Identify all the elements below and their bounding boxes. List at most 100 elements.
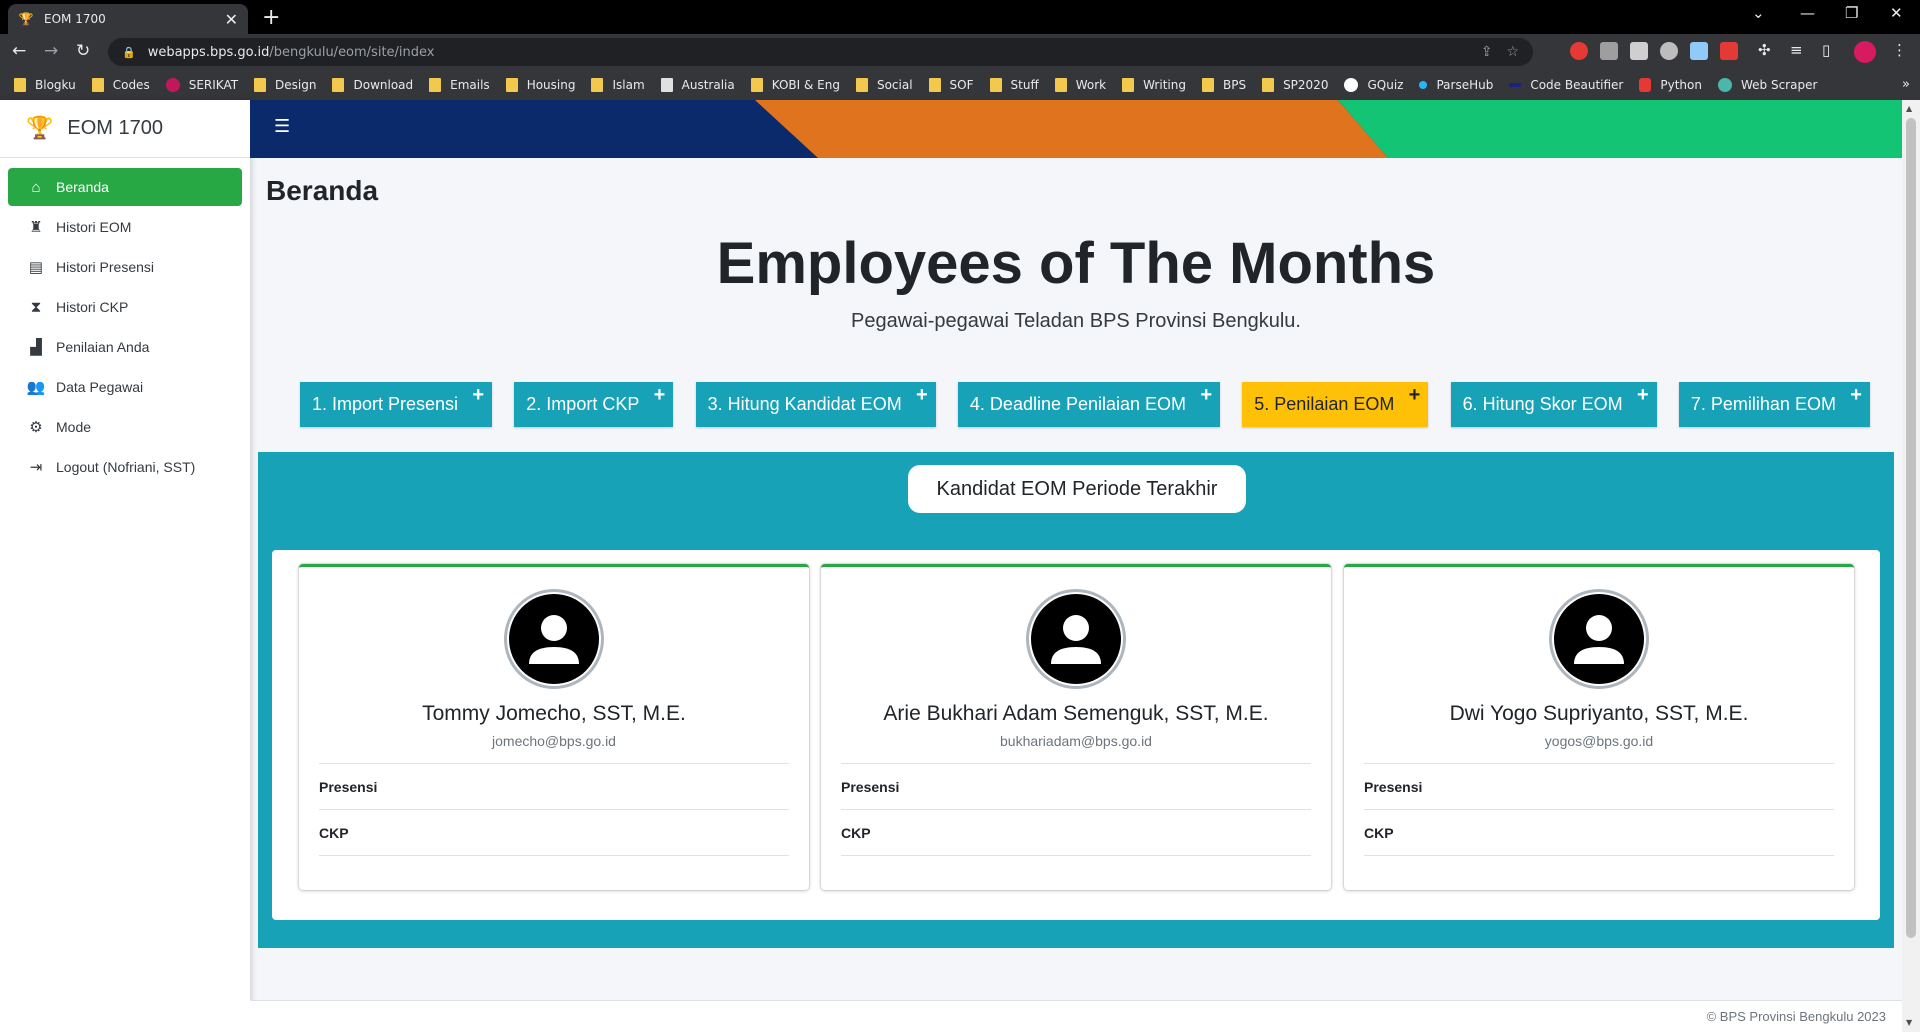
camera-extension-icon[interactable] bbox=[1660, 42, 1678, 60]
bookmark-item[interactable]: Work bbox=[1054, 78, 1106, 92]
scrollbar-thumb[interactable] bbox=[1906, 118, 1916, 938]
trophy-favicon-icon: 🏆 bbox=[18, 12, 34, 26]
chart-icon: ▟ bbox=[30, 339, 42, 356]
sidebar-item-logout[interactable]: ⇥ Logout (Nofriani, SST) bbox=[8, 448, 242, 486]
step-pemilihan-eom-button[interactable]: 7. Pemilihan EOM + bbox=[1678, 382, 1870, 427]
more-bookmarks-icon[interactable]: » bbox=[1902, 77, 1910, 92]
sidebar-item-label: Histori Presensi bbox=[56, 259, 155, 275]
menu-kebab-icon[interactable]: ⋮ bbox=[1892, 41, 1907, 59]
sidebar-item-label: Data Pegawai bbox=[56, 379, 144, 395]
close-window-icon[interactable]: ✕ bbox=[1890, 4, 1903, 22]
scroll-up-icon[interactable]: ▲ bbox=[1906, 104, 1912, 113]
step-import-presensi-button[interactable]: 1. Import Presensi + bbox=[300, 382, 493, 427]
reading-list-icon[interactable]: ≡ bbox=[1790, 41, 1803, 59]
user-icon bbox=[529, 615, 579, 664]
web-scraper-icon bbox=[1717, 78, 1732, 92]
sidebar-item-beranda[interactable]: ⌂ Beranda bbox=[8, 168, 242, 206]
folder-icon bbox=[989, 78, 1002, 92]
bookmark-item[interactable]: Housing bbox=[505, 78, 575, 92]
bookmark-item[interactable]: Writing bbox=[1122, 78, 1186, 92]
bookmark-item[interactable]: Stuff bbox=[989, 78, 1039, 92]
sidebar-item-histori-eom[interactable]: ♜ Histori EOM bbox=[8, 208, 242, 246]
sidebar-item-label: Penilaian Anda bbox=[56, 339, 150, 355]
bookmark-item[interactable]: Codes bbox=[91, 78, 150, 92]
extension-icon[interactable] bbox=[1600, 42, 1618, 60]
page-scrollbar[interactable]: ▲ ▼ bbox=[1902, 100, 1920, 1032]
users-icon: 👥 bbox=[26, 379, 46, 396]
browser-tab[interactable]: 🏆 EOM 1700 ✕ bbox=[8, 4, 248, 34]
back-icon[interactable]: ← bbox=[12, 41, 26, 61]
bookmark-item[interactable]: Blogku bbox=[14, 78, 76, 92]
page-title: Beranda bbox=[266, 175, 379, 206]
bookmark-item[interactable]: Design bbox=[254, 78, 316, 92]
hourglass-icon: ⧗ bbox=[30, 298, 42, 316]
extension-icon[interactable] bbox=[1570, 42, 1588, 60]
trophy-logo-icon: 🏆 bbox=[26, 116, 54, 141]
forward-icon[interactable]: → bbox=[44, 41, 58, 61]
list-item: CKP bbox=[1364, 810, 1834, 856]
close-tab-icon[interactable]: ✕ bbox=[225, 10, 238, 29]
plus-icon: + bbox=[1408, 384, 1421, 406]
bookmark-item[interactable]: Social bbox=[855, 78, 913, 92]
extension-icon[interactable] bbox=[1630, 42, 1648, 60]
candidate-stats: Presensi CKP bbox=[319, 763, 789, 856]
minimize-icon[interactable]: — bbox=[1800, 4, 1815, 22]
step-import-ckp-button[interactable]: 2. Import CKP + bbox=[514, 382, 674, 427]
bookmark-item[interactable]: Emails bbox=[429, 78, 490, 92]
step-deadline-penilaian-button[interactable]: 4. Deadline Penilaian EOM + bbox=[957, 382, 1221, 427]
step-hitung-skor-button[interactable]: 6. Hitung Skor EOM + bbox=[1450, 382, 1657, 427]
bookmark-item[interactable]: Web Scraper bbox=[1717, 78, 1817, 92]
sidebar-item-histori-presensi[interactable]: ▤ Histori Presensi bbox=[8, 248, 242, 286]
candidate-name: Arie Bukhari Adam Semenguk, SST, M.E. bbox=[883, 702, 1269, 725]
bookmark-item[interactable]: SOF bbox=[928, 78, 974, 92]
browser-tabbar: 🏆 EOM 1700 ✕ + ⌄ — ❐ ✕ bbox=[0, 0, 1920, 34]
scroll-down-icon[interactable]: ▼ bbox=[1906, 1018, 1912, 1027]
bookmark-item[interactable]: Islam bbox=[591, 78, 645, 92]
sidebar-item-histori-ckp[interactable]: ⧗ Histori CKP bbox=[8, 288, 242, 326]
bookmark-item[interactable]: Australia bbox=[660, 78, 735, 92]
sidebar-item-label: Logout (Nofriani, SST) bbox=[56, 459, 196, 475]
bookmark-item[interactable]: Code Beautifier bbox=[1509, 78, 1623, 92]
gear-icon: ⚙ bbox=[29, 419, 43, 436]
candidates-title: Kandidat EOM Periode Terakhir bbox=[908, 465, 1246, 513]
calendar-extension-icon[interactable] bbox=[1690, 42, 1708, 60]
candidate-email: yogos@bps.go.id bbox=[1544, 733, 1654, 749]
page-footer: © BPS Provinsi Bengkulu 2023 bbox=[250, 1000, 1902, 1032]
candidate-name: Dwi Yogo Supriyanto, SST, M.E. bbox=[1449, 702, 1749, 725]
restore-icon[interactable]: ❐ bbox=[1845, 4, 1858, 22]
google-icon bbox=[1344, 78, 1359, 92]
bookmark-item[interactable]: SERIKAT bbox=[165, 78, 238, 92]
step-penilaian-eom-button[interactable]: 5. Penilaian EOM + bbox=[1242, 382, 1429, 427]
step-hitung-kandidat-button[interactable]: 3. Hitung Kandidat EOM + bbox=[695, 382, 936, 427]
main-content: ☰ Beranda Employees of The Months Pegawa… bbox=[250, 100, 1902, 1032]
brand-text: EOM 1700 bbox=[67, 117, 164, 139]
url-host: webapps.bps.go.id bbox=[147, 44, 270, 60]
bookmark-item[interactable]: SP2020 bbox=[1262, 78, 1328, 92]
bookmark-item[interactable]: KOBI & Eng bbox=[750, 78, 840, 92]
hamburger-menu-icon[interactable]: ☰ bbox=[274, 116, 290, 137]
browser-toolbar: ← → ↻ 🔒 webapps.bps.go.id/bengkulu/eom/s… bbox=[0, 34, 1920, 70]
address-bar[interactable]: 🔒 webapps.bps.go.id/bengkulu/eom/site/in… bbox=[108, 38, 1533, 66]
bookmark-item[interactable]: BPS bbox=[1201, 78, 1246, 92]
extension-icon[interactable] bbox=[1720, 42, 1738, 60]
new-tab-icon[interactable]: + bbox=[262, 5, 280, 30]
bookmark-item[interactable]: Download bbox=[332, 78, 413, 92]
brand-link[interactable]: 🏆 EOM 1700 bbox=[0, 100, 250, 158]
bookmark-item[interactable]: Python bbox=[1639, 78, 1702, 92]
tab-search-icon[interactable]: ⌄ bbox=[1752, 4, 1765, 22]
sidebar-item-penilaian-anda[interactable]: ▟ Penilaian Anda bbox=[8, 328, 242, 366]
sidebar-item-mode[interactable]: ⚙ Mode bbox=[8, 408, 242, 446]
plus-icon: + bbox=[916, 384, 928, 406]
puzzle-extensions-icon[interactable]: ✣ bbox=[1758, 41, 1771, 59]
bookmark-item[interactable]: GQuiz bbox=[1344, 78, 1403, 92]
sidebar-item-label: Beranda bbox=[56, 179, 109, 195]
bookmark-star-icon[interactable]: ☆ bbox=[1506, 44, 1519, 60]
web-page: 🏆 EOM 1700 ⌂ Beranda ♜ Histori EOM ▤ His… bbox=[0, 100, 1920, 1032]
sidebar-item-data-pegawai[interactable]: 👥 Data Pegawai bbox=[8, 368, 242, 406]
step-label: 7. Pemilihan EOM bbox=[1690, 394, 1836, 414]
reload-icon[interactable]: ↻ bbox=[76, 41, 90, 61]
profile-avatar[interactable] bbox=[1854, 41, 1876, 63]
bookmark-item[interactable]: ParseHub bbox=[1419, 78, 1493, 92]
side-panel-icon[interactable]: ▯ bbox=[1822, 41, 1830, 59]
share-icon[interactable]: ⇪ bbox=[1481, 44, 1493, 60]
